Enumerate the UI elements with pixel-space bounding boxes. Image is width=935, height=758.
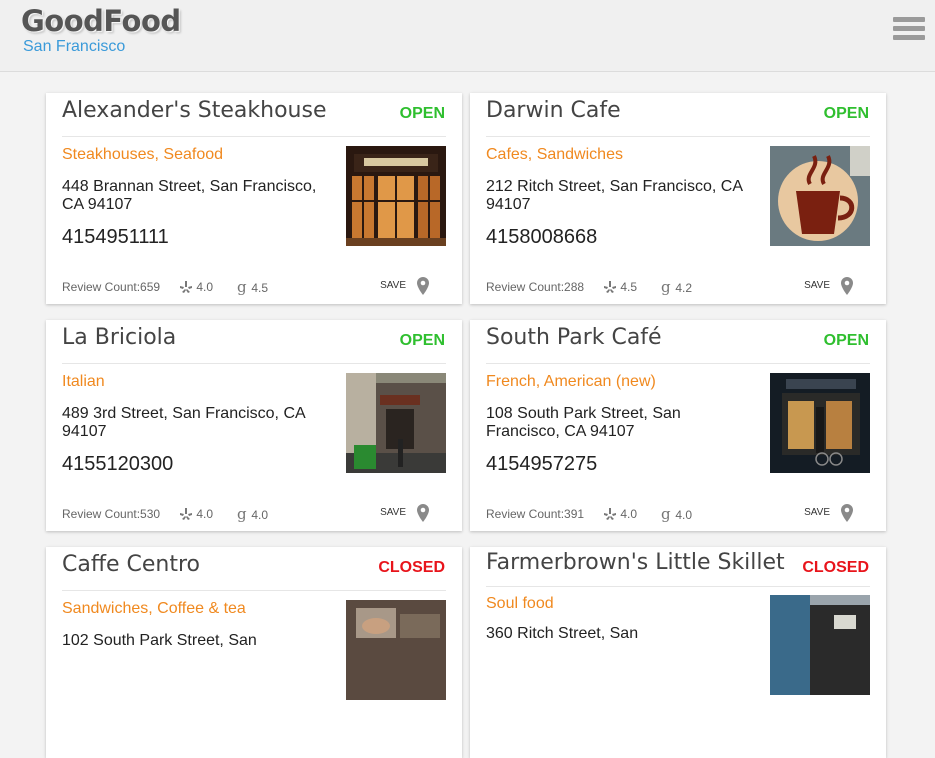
restaurant-photo [770, 373, 870, 473]
restaurant-photo [770, 146, 870, 246]
divider [62, 363, 446, 364]
restaurant-name[interactable]: Alexander's Steakhouse [62, 98, 382, 123]
restaurant-photo [346, 600, 446, 700]
restaurant-card[interactable]: South Park Café OPEN French, American (n… [470, 320, 886, 531]
google-rating: g 4.5 [236, 278, 269, 296]
restaurant-address: 102 South Park Street, San [62, 632, 257, 649]
google-rating: g 4.2 [660, 278, 693, 296]
save-button[interactable]: SAVE [804, 280, 830, 291]
divider [62, 136, 446, 137]
review-count: Review Count:288 [486, 280, 585, 294]
status-badge: OPEN [823, 332, 869, 349]
google-rating-value: 4.5 [251, 281, 269, 295]
yelp-icon [604, 281, 616, 293]
restaurant-card[interactable]: Darwin Cafe OPEN Cafes, Sandwiches 212 R… [470, 93, 886, 304]
restaurant-card[interactable]: Alexander's Steakhouse OPEN Steakhouses,… [46, 93, 462, 304]
restaurant-name[interactable]: Farmerbrown's Little Skillet [486, 550, 806, 575]
restaurant-address: 212 Ritch Street, San Francisco, CA 9410… [486, 178, 743, 213]
yelp-icon [180, 508, 192, 520]
google-icon: g [661, 505, 671, 523]
restaurant-name[interactable]: Caffe Centro [62, 552, 382, 577]
status-badge: OPEN [399, 332, 445, 349]
restaurant-categories: Italian [62, 373, 105, 390]
map-pin-icon[interactable] [417, 277, 429, 295]
google-rating: g 4.0 [660, 505, 693, 523]
save-button[interactable]: SAVE [380, 280, 406, 291]
map-pin-icon[interactable] [417, 504, 429, 522]
divider [486, 363, 870, 364]
svg-text:g: g [237, 279, 247, 295]
yelp-rating-value: 4.5 [620, 280, 638, 294]
yelp-icon [180, 281, 192, 293]
restaurant-phone[interactable]: 4154957275 [486, 453, 597, 476]
yelp-rating: 4.0 [179, 280, 213, 294]
status-badge: OPEN [823, 105, 869, 122]
yelp-icon [604, 508, 616, 520]
divider [486, 586, 870, 587]
yelp-rating-value: 4.0 [196, 280, 214, 294]
map-pin-icon[interactable] [841, 277, 853, 295]
svg-text:g: g [661, 506, 671, 522]
card-footer: Review Count:659 4.0 g 4.5 SAVE [62, 277, 446, 296]
google-icon: g [237, 505, 247, 523]
save-button[interactable]: SAVE [804, 507, 830, 518]
map-pin-icon[interactable] [841, 504, 853, 522]
city-label[interactable]: San Francisco [23, 38, 125, 56]
restaurant-address: 489 3rd Street, San Francisco, CA 94107 [62, 405, 305, 440]
status-badge: CLOSED [802, 559, 869, 576]
yelp-rating: 4.5 [603, 280, 637, 294]
restaurant-phone[interactable]: 4158008668 [486, 226, 597, 249]
restaurant-categories: French, American (new) [486, 373, 656, 390]
restaurant-photo [346, 146, 446, 246]
yelp-rating: 4.0 [603, 507, 637, 521]
restaurant-card[interactable]: Farmerbrown's Little Skillet CLOSED Soul… [470, 547, 886, 758]
google-rating-value: 4.0 [251, 508, 269, 522]
svg-text:g: g [237, 506, 247, 522]
restaurant-categories: Sandwiches, Coffee & tea [62, 600, 246, 617]
google-rating-value: 4.0 [675, 508, 693, 522]
review-count: Review Count:391 [486, 507, 585, 521]
restaurant-name[interactable]: Darwin Cafe [486, 98, 806, 123]
restaurant-phone[interactable]: 4155120300 [62, 453, 173, 476]
restaurant-photo [346, 373, 446, 473]
restaurant-card[interactable]: Caffe Centro CLOSED Sandwiches, Coffee &… [46, 547, 462, 758]
restaurant-categories: Cafes, Sandwiches [486, 146, 623, 163]
google-rating-value: 4.2 [675, 281, 693, 295]
restaurant-categories: Soul food [486, 595, 554, 612]
restaurant-card[interactable]: La Briciola OPEN Italian 489 3rd Street,… [46, 320, 462, 531]
app-header: GoodFood San Francisco [0, 0, 935, 72]
google-rating: g 4.0 [236, 505, 269, 523]
divider [486, 136, 870, 137]
yelp-rating-value: 4.0 [196, 507, 214, 521]
brand-logo[interactable]: GoodFood [21, 4, 181, 38]
status-badge: OPEN [399, 105, 445, 122]
restaurant-address: 360 Ritch Street, San [486, 625, 639, 642]
hamburger-menu-icon[interactable] [893, 17, 925, 43]
restaurant-name[interactable]: South Park Café [486, 325, 806, 350]
card-footer: Review Count:391 4.0 g 4.0 SAVE [486, 504, 870, 523]
google-icon: g [237, 278, 247, 296]
restaurant-address: 448 Brannan Street, San Francisco, CA 94… [62, 178, 317, 213]
card-footer: Review Count:530 4.0 g 4.0 SAVE [62, 504, 446, 523]
review-count: Review Count:530 [62, 507, 161, 521]
svg-text:g: g [661, 279, 671, 295]
google-icon: g [661, 278, 671, 296]
restaurant-photo [770, 595, 870, 695]
restaurant-address: 108 South Park Street, San Francisco, CA… [486, 405, 681, 440]
review-count: Review Count:659 [62, 280, 161, 294]
divider [62, 590, 446, 591]
restaurant-categories: Steakhouses, Seafood [62, 146, 224, 163]
card-footer: Review Count:288 4.5 g 4.2 SAVE [486, 277, 870, 296]
restaurant-phone[interactable]: 4154951111 [62, 226, 169, 249]
restaurant-name[interactable]: La Briciola [62, 325, 382, 350]
yelp-rating: 4.0 [179, 507, 213, 521]
status-badge: CLOSED [378, 559, 445, 576]
save-button[interactable]: SAVE [380, 507, 406, 518]
yelp-rating-value: 4.0 [620, 507, 638, 521]
